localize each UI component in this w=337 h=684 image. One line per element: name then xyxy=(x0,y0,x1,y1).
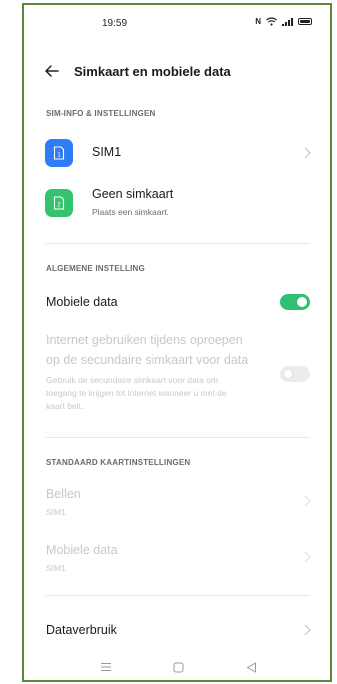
nfc-icon: N xyxy=(255,17,261,26)
calls-sublabel: SIM1 xyxy=(46,507,66,517)
secondary-sim-label-line2: op de secundaire simkaart voor data xyxy=(46,353,249,367)
sim1-icon-number: 1 xyxy=(57,153,61,159)
data-usage-label: Dataverbruik xyxy=(46,623,117,637)
section-title-default-card: STANDAARD KAARTINSTELLINGEN xyxy=(46,458,191,467)
system-nav-bar xyxy=(24,657,330,680)
chevron-right-icon xyxy=(304,624,311,636)
secondary-sim-data-row: Internet gebruiken tijdens oproepen op d… xyxy=(24,333,330,417)
app-header: Simkaart en mobiele data xyxy=(24,57,330,87)
back-arrow-icon[interactable] xyxy=(42,61,62,81)
section-title-sim-info: SIM-INFO & INSTELLINGEN xyxy=(46,109,156,118)
divider xyxy=(46,243,310,244)
chevron-right-icon xyxy=(304,147,311,159)
toggle-knob xyxy=(297,297,307,307)
secondary-sim-desc-line1: Gebruik de secundaire simkaart voor data… xyxy=(46,375,218,385)
secondary-sim-desc-line3: kaart belt. xyxy=(46,401,84,411)
toggle-knob xyxy=(283,369,293,379)
sim2-icon-number: 2 xyxy=(57,203,61,209)
sim1-icon: 1 xyxy=(45,139,73,167)
data-usage-row[interactable]: Dataverbruik xyxy=(24,617,330,643)
sim2-sublabel: Plaats een simkaart. xyxy=(92,207,170,217)
sim1-label: SIM1 xyxy=(92,145,122,159)
chevron-right-icon xyxy=(304,551,311,563)
calls-default-row: Bellen SIM1 xyxy=(24,485,330,521)
sim1-row[interactable]: 1 SIM1 xyxy=(24,135,330,171)
mobile-data-default-label: Mobiele data xyxy=(46,543,118,557)
page-title: Simkaart en mobiele data xyxy=(74,64,231,79)
calls-label: Bellen xyxy=(46,487,81,501)
status-time: 19:59 xyxy=(102,18,128,29)
section-title-general: ALGEMENE INSTELLING xyxy=(46,264,145,273)
secondary-sim-desc-line2: toegang te krijgen tot internet wanneer … xyxy=(46,388,227,398)
signal-icon xyxy=(282,17,293,26)
chevron-right-icon xyxy=(304,495,311,507)
divider xyxy=(46,437,310,438)
divider xyxy=(46,595,310,596)
settings-screen: 19:59 N Simkaart en mobiele data SIM-INF… xyxy=(24,5,330,680)
mobile-data-default-row: Mobiele data SIM1 xyxy=(24,541,330,577)
back-triangle-icon[interactable] xyxy=(246,662,257,673)
sim2-row[interactable]: 2 Geen simkaart Plaats een simkaart. xyxy=(24,183,330,223)
menu-icon[interactable] xyxy=(100,662,112,672)
mobile-data-toggle[interactable] xyxy=(280,294,310,310)
battery-icon xyxy=(298,18,312,25)
sim2-icon: 2 xyxy=(45,189,73,217)
mobile-data-label: Mobiele data xyxy=(46,295,118,309)
secondary-sim-label-line1: Internet gebruiken tijdens oproepen xyxy=(46,333,243,347)
sim2-label: Geen simkaart xyxy=(92,187,174,201)
status-icons: N xyxy=(255,17,312,26)
mobile-data-row[interactable]: Mobiele data xyxy=(24,287,330,317)
status-bar: 19:59 N xyxy=(24,5,330,43)
mobile-data-default-sublabel: SIM1 xyxy=(46,563,66,573)
home-icon[interactable] xyxy=(173,662,184,673)
wifi-icon xyxy=(266,17,277,26)
secondary-sim-toggle xyxy=(280,366,310,382)
device-frame: 19:59 N Simkaart en mobiele data SIM-INF… xyxy=(22,3,332,682)
